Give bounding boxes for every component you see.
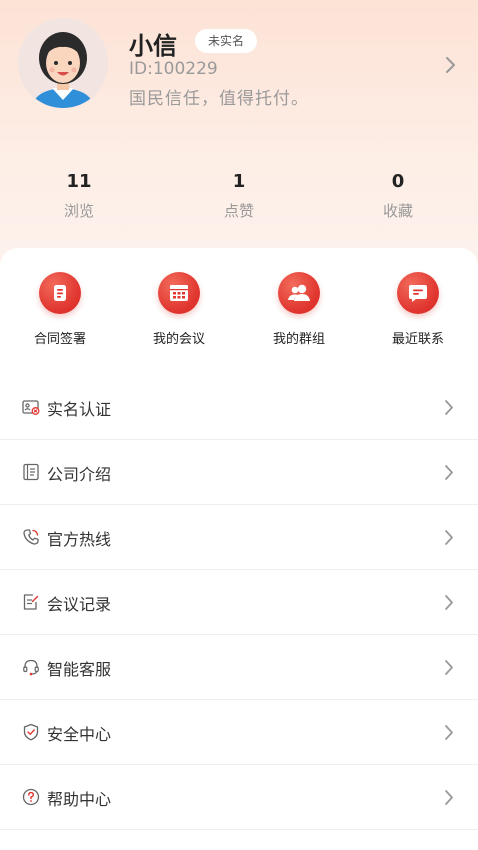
stat-views-value: 11 — [66, 171, 92, 192]
profile-header[interactable]: 小信 未实名 ID:100229 国民信任，值得托付。 — [0, 0, 478, 140]
stat-favorites[interactable]: 0 收藏 — [338, 170, 458, 221]
menu-item-help-center[interactable]: 帮助中心 — [0, 765, 478, 830]
headset-icon — [23, 659, 39, 676]
quick-action-recent-contacts[interactable]: 最近联系 — [368, 272, 468, 347]
shield-icon — [23, 723, 39, 741]
verification-status-badge[interactable]: 未实名 — [195, 29, 258, 53]
main-card: 合同签署 我的会议 我的群组 最近联系 实名认证 公司介绍 官方热线 会议记录 … — [0, 248, 478, 850]
menu-item-label: 智能客服 — [47, 660, 112, 679]
menu-item-label: 帮助中心 — [47, 790, 112, 809]
menu-item-meeting-records[interactable]: 会议记录 — [0, 570, 478, 635]
menu-item-security-center[interactable]: 安全中心 — [0, 700, 478, 765]
group-icon — [278, 272, 320, 314]
stat-views[interactable]: 11 浏览 — [19, 170, 139, 221]
stats-row: 11 浏览 1 点赞 0 收藏 — [0, 170, 478, 226]
chevron-right-icon — [445, 790, 453, 805]
user-id: ID:100229 — [129, 59, 218, 79]
quick-action-label: 我的会议 — [152, 332, 205, 347]
quick-action-label: 合同签署 — [33, 332, 86, 347]
avatar[interactable] — [18, 18, 108, 108]
stat-favorites-value: 0 — [391, 171, 405, 192]
chevron-right-icon[interactable] — [444, 55, 458, 75]
chevron-right-icon — [445, 725, 453, 740]
company-doc-icon — [23, 463, 39, 481]
menu-item-smart-support[interactable]: 智能客服 — [0, 635, 478, 700]
stat-favorites-label: 收藏 — [382, 202, 413, 220]
notes-icon — [23, 594, 39, 610]
help-icon — [22, 788, 40, 806]
stat-likes-value: 1 — [232, 171, 246, 192]
menu-item-label: 安全中心 — [47, 725, 112, 744]
menu-item-official-hotline[interactable]: 官方热线 — [0, 505, 478, 570]
settings-menu: 实名认证 公司介绍 官方热线 会议记录 智能客服 安全中心 帮助中心 — [0, 375, 478, 830]
stat-views-label: 浏览 — [63, 202, 94, 220]
avatar-illustration-icon — [18, 18, 108, 108]
id-card-icon — [22, 400, 40, 415]
menu-item-label: 实名认证 — [47, 400, 112, 419]
calendar-icon — [158, 272, 200, 314]
user-name: 小信 — [129, 32, 177, 60]
quick-action-contract-signing[interactable]: 合同签署 — [10, 272, 110, 347]
menu-item-label: 会议记录 — [47, 595, 112, 614]
stat-likes[interactable]: 1 点赞 — [179, 170, 299, 221]
quick-action-label: 最近联系 — [391, 332, 444, 347]
chevron-right-icon — [445, 400, 453, 415]
stat-likes-label: 点赞 — [223, 202, 254, 220]
document-icon — [39, 272, 81, 314]
menu-item-label: 官方热线 — [47, 530, 112, 549]
menu-item-company-intro[interactable]: 公司介绍 — [0, 440, 478, 505]
phone-icon — [23, 529, 39, 545]
chevron-right-icon — [445, 465, 453, 480]
chevron-right-icon — [445, 660, 453, 675]
menu-item-label: 公司介绍 — [47, 465, 112, 484]
quick-action-my-groups[interactable]: 我的群组 — [249, 272, 349, 347]
chat-icon — [397, 272, 439, 314]
quick-action-my-meetings[interactable]: 我的会议 — [129, 272, 229, 347]
chevron-right-icon — [445, 530, 453, 545]
user-motto: 国民信任，值得托付。 — [129, 89, 309, 109]
menu-item-real-name-auth[interactable]: 实名认证 — [0, 375, 478, 440]
quick-action-label: 我的群组 — [272, 332, 325, 347]
chevron-right-icon — [445, 595, 453, 610]
